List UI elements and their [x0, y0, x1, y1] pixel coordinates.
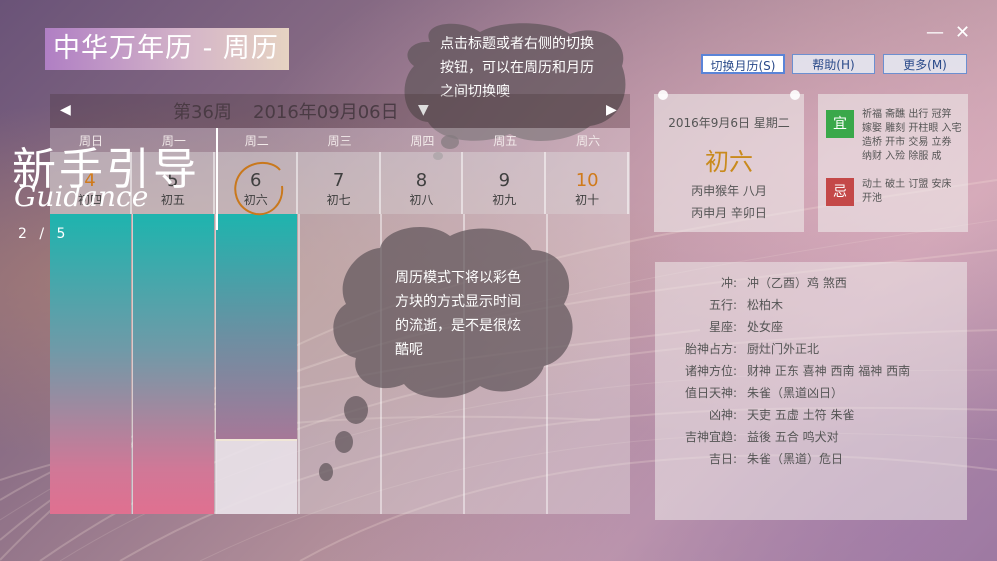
info-value: 天吏 五虚 土符 朱雀: [747, 408, 855, 422]
info-key: 五行:: [708, 298, 737, 312]
week-header: ◀ 第36周 2016年09月06日 ▼ ▶: [50, 94, 630, 128]
day-progress-bar: [215, 214, 297, 439]
info-row: 星座: 处女座: [655, 318, 967, 340]
info-key: 诸神方位:: [684, 364, 737, 378]
info-key: 冲:: [720, 276, 737, 290]
info-key: 吉日:: [708, 452, 737, 466]
week-date[interactable]: 2016年09月06日: [253, 98, 399, 124]
solar-date: 2016年9月6日 星期二: [668, 116, 790, 130]
app-title[interactable]: 中华万年历 - 周历: [45, 28, 289, 70]
ji-text: 动土 破土 订盟 安床 开池: [862, 179, 952, 204]
info-value: 朱雀（黑道）危日: [747, 452, 844, 466]
lunar-day: 初六: [705, 148, 753, 176]
tip-line: 方块的方式显示时间: [395, 294, 521, 310]
date-card: 2016年9月6日 星期二 初六 丙申猴年 八月 丙申月 辛卯日: [654, 90, 804, 232]
yi-badge: 宜: [826, 110, 854, 138]
day-cell[interactable]: 10 初十: [547, 152, 630, 214]
info-value: 松柏木: [747, 298, 784, 312]
info-key: 吉神宜趋:: [684, 430, 737, 444]
day-number: 8: [415, 170, 428, 191]
tip-line: 点击标题或者右侧的切换: [440, 36, 594, 52]
almanac-info-card: 冲: 冲（乙酉）鸡 煞西 五行: 松柏木 星座: 处女座 胎神占方: 厨灶门外正北 诸神方位: 财…: [655, 262, 967, 520]
switch-month-button[interactable]: 切换月历(S): [701, 54, 785, 74]
info-row: 五行: 松柏木: [655, 296, 967, 318]
info-value: 厨灶门外正北: [747, 342, 820, 356]
yi-text: 祈福 斋醮 出行 冠笄 嫁娶 雕刻 开柱眼 入宅 造桥 开市 交易 立券 纳财 …: [862, 109, 962, 162]
info-key: 星座:: [708, 320, 737, 334]
day-cell[interactable]: 9 初九: [464, 152, 547, 214]
info-row: 冲: 冲（乙酉）鸡 煞西: [655, 274, 967, 296]
next-week-icon[interactable]: ▶: [606, 102, 617, 118]
day-lunar: 初八: [409, 193, 434, 207]
info-row: 吉神宜趋: 益後 五合 鸣犬对: [655, 428, 967, 450]
info-value: 冲（乙酉）鸡 煞西: [747, 276, 847, 290]
info-row: 值日天神: 朱雀（黑道凶日）: [655, 384, 967, 406]
clip-icon: [658, 90, 668, 100]
info-key: 凶神:: [708, 408, 737, 422]
guide-subtitle: Guidance: [14, 180, 149, 213]
ji-badge: 忌: [826, 178, 854, 206]
tip-line: 酷呢: [395, 342, 423, 358]
day-progress-bar: [50, 214, 131, 514]
clip-icon: [790, 90, 800, 100]
info-row: 胎神占方: 厨灶门外正北: [655, 340, 967, 362]
info-key: 值日天神:: [684, 386, 737, 400]
guide-page-indicator: 2 / 5: [18, 226, 70, 242]
today-circle: [234, 162, 284, 216]
close-icon[interactable]: ✕: [955, 22, 970, 43]
day-lunar: 初九: [492, 193, 517, 207]
day-number: 10: [575, 170, 599, 191]
info-row: 吉日: 朱雀（黑道）危日: [655, 450, 967, 472]
day-lunar: 初七: [326, 193, 351, 207]
tip-line: 的流逝，是不是很炫: [395, 318, 521, 334]
lunar-year: 丙申猴年 八月: [691, 184, 767, 198]
info-value: 益後 五合 鸣犬对: [747, 430, 839, 444]
weekday-label: 周二: [244, 134, 269, 148]
guide-divider: [216, 128, 218, 230]
day-remaining: [215, 439, 297, 514]
day-lunar: 初十: [575, 193, 600, 207]
more-button[interactable]: 更多(M): [883, 54, 967, 74]
day-number: 7: [332, 170, 345, 191]
prev-week-icon[interactable]: ◀: [60, 102, 71, 118]
chevron-down-icon[interactable]: ▼: [418, 102, 429, 118]
tip-line: 周历模式下将以彩色: [395, 270, 521, 286]
yiji-card: 宜 祈福 斋醮 出行 冠笄 嫁娶 雕刻 开柱眼 入宅 造桥 开市 交易 立券 纳…: [818, 94, 968, 232]
weekday-label: 周六: [576, 134, 601, 148]
info-row: 诸神方位: 财神 正东 喜神 西南 福神 西南: [655, 362, 967, 384]
day-number: 9: [498, 170, 511, 191]
info-value: 处女座: [747, 320, 784, 334]
info-value: 财神 正东 喜神 西南 福神 西南: [747, 364, 911, 378]
minimize-icon[interactable]: —: [926, 22, 944, 43]
day-cell[interactable]: 8 初八: [381, 152, 464, 214]
info-value: 朱雀（黑道凶日）: [747, 386, 844, 400]
weekday-label: 周四: [410, 134, 435, 148]
ganzhi-date: 丙申月 辛卯日: [691, 206, 767, 220]
info-row: 凶神: 天吏 五虚 土符 朱雀: [655, 406, 967, 428]
tip-line: 按钮，可以在周历和月历: [440, 60, 594, 76]
weekday-label: 周五: [493, 134, 518, 148]
week-number[interactable]: 第36周: [173, 98, 232, 124]
tip-text-middle: 周历模式下将以彩色 方块的方式显示时间 的流逝，是不是很炫 酷呢: [395, 266, 521, 362]
help-button[interactable]: 帮助(H): [792, 54, 875, 74]
day-cell[interactable]: 7 初七: [299, 152, 381, 214]
weekday-label: 周三: [327, 134, 352, 148]
info-key: 胎神占方:: [684, 342, 737, 356]
day-progress-bar: [132, 214, 214, 514]
